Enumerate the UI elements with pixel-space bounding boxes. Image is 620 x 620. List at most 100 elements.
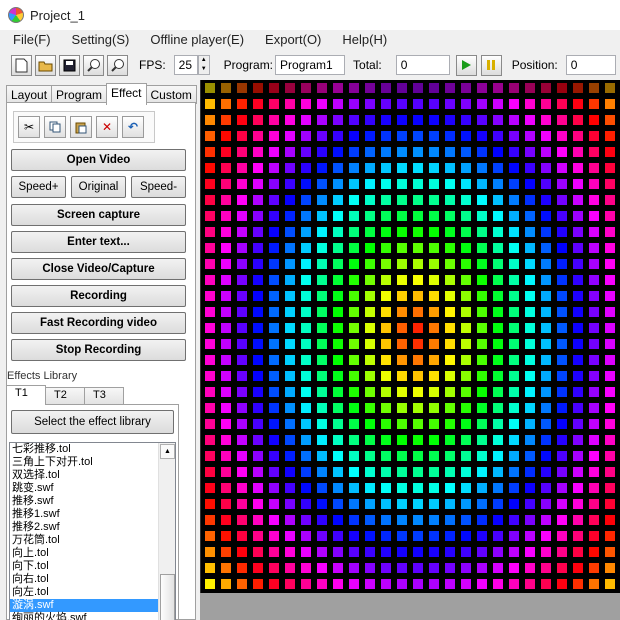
close-video-button[interactable]: Close Video/Capture xyxy=(11,258,186,280)
led-pixel xyxy=(605,275,615,285)
fps-spinner[interactable]: ▲ ▼ xyxy=(197,55,210,75)
spin-down-icon[interactable]: ▼ xyxy=(199,65,209,74)
library-tab-t3[interactable]: T3 xyxy=(84,387,124,404)
tab-effect[interactable]: Effect xyxy=(106,83,147,105)
list-item[interactable]: 三角上下对开.tol xyxy=(10,456,158,469)
effects-list[interactable]: 七彩推移.tol 三角上下对开.tol 双选择.tol 跳变.swf 推移.swf 推移1… xyxy=(9,442,176,620)
led-pixel xyxy=(397,227,407,237)
zoom-out-icon[interactable] xyxy=(107,54,128,76)
list-item[interactable]: 双选择.tol xyxy=(10,469,158,482)
led-pixel xyxy=(269,435,279,445)
led-pixel xyxy=(253,339,263,349)
led-pixel xyxy=(301,115,311,125)
library-tab-t1[interactable]: T1 xyxy=(6,385,46,405)
position-input[interactable]: 0 xyxy=(565,55,616,75)
led-pixel xyxy=(493,147,503,157)
led-pixel xyxy=(269,563,279,573)
scroll-up-icon[interactable]: ▲ xyxy=(160,444,175,459)
led-pixel xyxy=(493,451,503,461)
led-pixel xyxy=(381,323,391,333)
led-pixel xyxy=(493,403,503,413)
open-video-button[interactable]: Open Video xyxy=(11,149,186,171)
led-pixel xyxy=(397,451,407,461)
new-file-icon[interactable] xyxy=(11,54,32,76)
paste-icon[interactable] xyxy=(70,116,92,138)
led-pixel xyxy=(301,275,311,285)
led-pixel xyxy=(445,451,455,461)
list-item[interactable]: 推移.swf xyxy=(10,495,158,508)
program-input[interactable]: Program1 xyxy=(275,55,346,75)
led-pixel xyxy=(477,179,487,189)
led-pixel xyxy=(605,467,615,477)
led-pixel xyxy=(461,227,471,237)
list-item[interactable]: 跳变.swf xyxy=(10,482,158,495)
open-folder-icon[interactable] xyxy=(35,54,56,76)
led-pixel xyxy=(221,243,231,253)
screen-capture-button[interactable]: Screen capture xyxy=(11,204,186,226)
led-pixel xyxy=(477,131,487,141)
cut-icon[interactable]: ✂ xyxy=(18,116,40,138)
led-pixel xyxy=(333,83,343,93)
zoom-in-icon[interactable] xyxy=(83,54,104,76)
led-pixel xyxy=(317,115,327,125)
list-item[interactable]: 万花筒.tol xyxy=(10,534,158,547)
select-library-button[interactable]: Select the effect library xyxy=(11,410,174,434)
list-item[interactable]: 向上.tol xyxy=(10,547,158,560)
scroll-thumb[interactable] xyxy=(160,574,175,620)
led-pixel xyxy=(317,387,327,397)
menu-help[interactable]: Help(H) xyxy=(329,32,395,47)
enter-text-button[interactable]: Enter text... xyxy=(11,231,186,253)
led-pixel xyxy=(413,307,423,317)
menu-offline-player[interactable]: Offline player(E) xyxy=(137,32,252,47)
fps-input[interactable]: 25 xyxy=(173,55,198,75)
led-pixel xyxy=(509,275,519,285)
copy-icon[interactable] xyxy=(44,116,66,138)
recording-button[interactable]: Recording xyxy=(11,285,186,307)
led-pixel xyxy=(573,547,583,557)
led-pixel xyxy=(333,467,343,477)
library-tab-t2[interactable]: T2 xyxy=(45,387,85,404)
list-item[interactable]: 七彩推移.tol xyxy=(10,443,158,456)
led-pixel xyxy=(317,403,327,413)
original-speed-button[interactable]: Original xyxy=(71,176,126,198)
led-pixel xyxy=(429,451,439,461)
speed-up-button[interactable]: Speed+ xyxy=(11,176,66,198)
led-pixel xyxy=(573,243,583,253)
undo-icon[interactable]: ↶ xyxy=(122,116,144,138)
led-pixel xyxy=(205,499,215,509)
led-pixel xyxy=(237,387,247,397)
list-scrollbar[interactable]: ▲ xyxy=(158,443,175,620)
led-pixel xyxy=(333,275,343,285)
led-pixel xyxy=(509,387,519,397)
led-pixel xyxy=(413,323,423,333)
fast-recording-button[interactable]: Fast Recording video xyxy=(11,312,186,334)
led-pixel xyxy=(557,451,567,461)
delete-icon[interactable]: ✕ xyxy=(96,116,118,138)
led-pixel xyxy=(349,99,359,109)
pause-button[interactable] xyxy=(480,54,502,76)
led-pixel xyxy=(573,131,583,141)
list-item[interactable]: 向下.tol xyxy=(10,560,158,573)
save-icon[interactable] xyxy=(59,54,80,76)
list-item[interactable]: 漩涡.swf xyxy=(10,599,158,612)
led-pixel xyxy=(237,467,247,477)
stop-recording-button[interactable]: Stop Recording xyxy=(11,339,186,361)
list-item[interactable]: 绚丽的火焰.swf xyxy=(10,612,158,620)
led-pixel xyxy=(381,515,391,525)
led-pixel xyxy=(269,515,279,525)
menu-export[interactable]: Export(O) xyxy=(252,32,329,47)
menu-setting[interactable]: Setting(S) xyxy=(59,32,138,47)
led-pixel xyxy=(397,179,407,189)
list-item[interactable]: 向左.tol xyxy=(10,586,158,599)
led-preview-canvas[interactable] xyxy=(200,80,620,593)
list-item[interactable]: 推移2.swf xyxy=(10,521,158,534)
led-pixel xyxy=(541,563,551,573)
led-pixel xyxy=(349,131,359,141)
menu-file[interactable]: File(F) xyxy=(0,32,59,47)
list-item[interactable]: 向右.tol xyxy=(10,573,158,586)
total-input[interactable]: 0 xyxy=(395,55,450,75)
spin-up-icon[interactable]: ▲ xyxy=(199,56,209,65)
speed-down-button[interactable]: Speed- xyxy=(131,176,186,198)
play-button[interactable] xyxy=(455,54,477,76)
list-item[interactable]: 推移1.swf xyxy=(10,508,158,521)
